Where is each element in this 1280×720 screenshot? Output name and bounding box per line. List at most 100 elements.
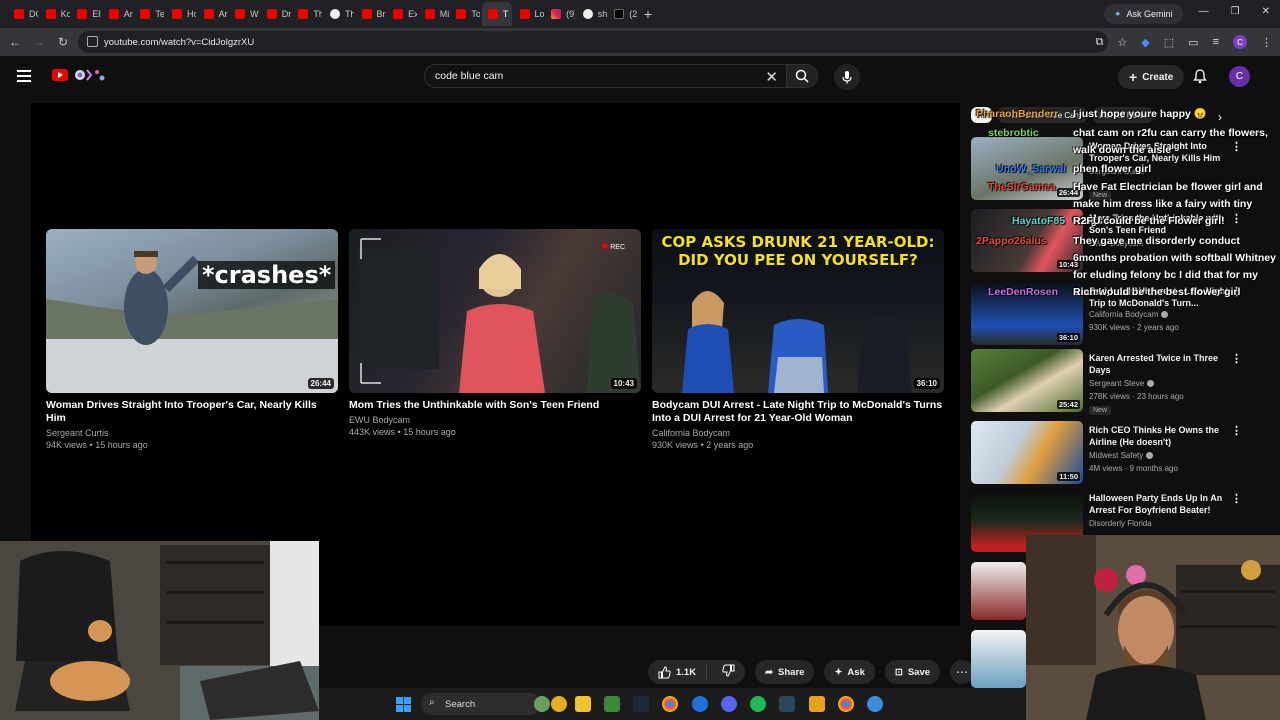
steam-app-icon[interactable] <box>779 696 795 712</box>
sidebar-channel[interactable]: California Bodycam <box>1089 310 1169 319</box>
minimize-icon[interactable]: — <box>1199 6 1209 17</box>
bookmark-star-icon[interactable]: ☆ <box>1117 36 1127 49</box>
account-avatar[interactable]: C <box>1229 66 1250 87</box>
extension-icon[interactable]: ◆ <box>1141 36 1149 49</box>
hamburger-menu-icon[interactable] <box>17 70 31 82</box>
sidebar-thumbnail[interactable] <box>971 630 1026 688</box>
notes-icon[interactable] <box>809 696 825 712</box>
end-screen-channel[interactable]: Sergeant Curtis <box>46 428 338 438</box>
sidebar-video-title[interactable]: Rich CEO Thinks He Owns the Airline (He … <box>1089 424 1229 448</box>
browser-tab[interactable]: Drunk <box>261 2 291 26</box>
browser-tab[interactable]: Elk Bu <box>71 2 101 26</box>
view-count: 443K views <box>349 427 396 437</box>
tab-search-icon[interactable]: ≡ <box>1213 36 1219 48</box>
upload-age: 2 years ago <box>706 440 754 450</box>
youtube-doodle-icon[interactable] <box>72 66 108 84</box>
like-button[interactable]: 1.1K <box>648 664 708 680</box>
steam-icon[interactable] <box>633 696 649 712</box>
forward-icon[interactable]: → <box>27 35 51 49</box>
end-screen-title[interactable]: Mom Tries the Unthinkable with Son's Tee… <box>349 399 641 412</box>
reload-icon[interactable]: ↻ <box>51 35 75 49</box>
notifications-bell-icon[interactable] <box>1193 69 1207 84</box>
sidebar-thumbnail[interactable]: 11:50 <box>971 421 1083 484</box>
file-explorer-icon[interactable] <box>575 696 591 712</box>
channel-name: Sergeant Steve <box>1089 379 1145 388</box>
end-screen-video[interactable]: COP ASKS DRUNK 21 YEAR-OLD: DID YOU PEE … <box>652 229 944 450</box>
search-input[interactable]: code blue cam ✕ <box>424 64 786 88</box>
browser-menu-icon[interactable]: ⋮ <box>1261 36 1272 49</box>
ask-button[interactable]: ✦ Ask <box>824 660 875 684</box>
dislike-button[interactable] <box>712 664 745 680</box>
browser-tab[interactable]: To <box>450 2 480 26</box>
restore-icon[interactable]: ❐ <box>1231 6 1240 17</box>
close-window-icon[interactable]: ✕ <box>1262 6 1270 17</box>
weather-icon[interactable] <box>551 696 567 712</box>
browser-tab[interactable]: Ex <box>387 2 417 26</box>
globe-icon <box>582 9 593 19</box>
widgets-icon[interactable] <box>534 696 550 712</box>
browser-tab[interactable]: The C <box>324 2 354 26</box>
sidebar-channel[interactable]: Disorderly Florida <box>1089 519 1152 528</box>
browser-tab[interactable]: shatn <box>577 2 607 26</box>
browser-tab[interactable]: Argui <box>198 2 228 26</box>
browser-tab[interactable]: DOOM <box>8 2 38 26</box>
browser-tab[interactable]: T✕ <box>481 2 512 26</box>
browser-tab[interactable]: Koala <box>40 2 70 26</box>
sidebar-video-title[interactable]: Halloween Party Ends Up In An Arrest For… <box>1089 492 1229 516</box>
search-button[interactable] <box>786 64 818 88</box>
end-screen-title[interactable]: Bodycam DUI Arrest - Late Night Trip to … <box>652 399 944 425</box>
youtube-logo-icon[interactable] <box>52 69 68 81</box>
browser-tab[interactable]: When <box>229 2 259 26</box>
address-bar[interactable]: youtube.com/watch?v=CidJolgzrXU <box>78 31 1108 53</box>
chrome-profile-icon[interactable] <box>838 696 854 712</box>
sidebar-channel[interactable]: Sergeant Steve <box>1089 379 1155 388</box>
end-screen-channel[interactable]: EWU Bodycam <box>349 415 641 425</box>
sidebar-video-title[interactable]: Karen Arrested Twice in Three Days <box>1089 352 1229 376</box>
clear-search-icon[interactable]: ✕ <box>765 68 778 86</box>
end-screen-thumbnail[interactable]: *crashes* 26:44 <box>46 229 338 393</box>
kebab-menu-icon[interactable]: ⋮ <box>1231 352 1242 365</box>
sidebar-video[interactable]: 11:50 Rich CEO Thinks He Owns the Airlin… <box>971 421 1261 485</box>
puzzle-icon[interactable]: ⬚ <box>1164 36 1174 49</box>
browser-tab[interactable]: Midw <box>419 2 449 26</box>
windows-start-icon[interactable] <box>396 697 411 712</box>
end-screen-video[interactable]: REC 10:43 Mom Tries the Unthinkable with… <box>349 229 641 437</box>
edge-icon[interactable] <box>692 696 708 712</box>
browser-tab[interactable]: Lofi C <box>514 2 544 26</box>
browser-tab[interactable]: Brand <box>356 2 386 26</box>
sidebar-video[interactable]: 25:42 Karen Arrested Twice in Three Days… <box>971 349 1261 415</box>
browser-tab[interactable]: Tell M <box>134 2 164 26</box>
spotify-icon[interactable] <box>750 696 766 712</box>
kebab-menu-icon[interactable]: ⋮ <box>1231 424 1242 437</box>
site-info-icon[interactable] <box>87 36 98 47</box>
minecraft-icon[interactable] <box>604 696 620 712</box>
create-button[interactable]: + Create <box>1118 65 1185 89</box>
sidebar-thumbnail[interactable]: 25:42 <box>971 349 1083 412</box>
back-icon[interactable]: ← <box>3 35 27 49</box>
browser-tab[interactable]: How <box>166 2 196 26</box>
end-screen-title[interactable]: Woman Drives Straight Into Trooper's Car… <box>46 399 338 425</box>
end-screen-video[interactable]: *crashes* 26:44 Woman Drives Straight In… <box>46 229 338 450</box>
app-icon[interactable] <box>867 696 883 712</box>
sidebar-thumbnail[interactable] <box>971 562 1026 620</box>
ask-gemini-button[interactable]: ✦ Ask Gemini <box>1104 4 1183 24</box>
end-screen-thumbnail[interactable]: COP ASKS DRUNK 21 YEAR-OLD: DID YOU PEE … <box>652 229 944 393</box>
browser-profile-icon[interactable]: C <box>1233 35 1247 49</box>
sidebar-channel[interactable]: Midwest Safety <box>1089 451 1154 460</box>
browser-tab[interactable]: Arrest <box>103 2 133 26</box>
voice-search-button[interactable] <box>834 64 860 90</box>
install-app-icon[interactable]: ⧉ <box>1096 36 1104 49</box>
kebab-menu-icon[interactable]: ⋮ <box>1231 492 1242 505</box>
discord-icon[interactable] <box>721 696 737 712</box>
browser-tab[interactable]: The B <box>292 2 322 26</box>
save-button[interactable]: ⊡ Save <box>884 660 941 684</box>
end-screen-channel[interactable]: California Bodycam <box>652 428 944 438</box>
browser-tab[interactable]: (9) In <box>545 2 575 26</box>
taskbar-search[interactable]: ⌕ Search <box>421 693 541 715</box>
end-screen-thumbnail[interactable]: REC 10:43 <box>349 229 641 393</box>
share-button[interactable]: ➦ Share <box>755 660 815 684</box>
sidepanel-icon[interactable]: ▭ <box>1188 36 1198 49</box>
new-tab-button[interactable]: + <box>644 6 652 22</box>
chrome-icon[interactable] <box>662 696 678 712</box>
browser-tab[interactable]: (2 <box>608 2 638 26</box>
